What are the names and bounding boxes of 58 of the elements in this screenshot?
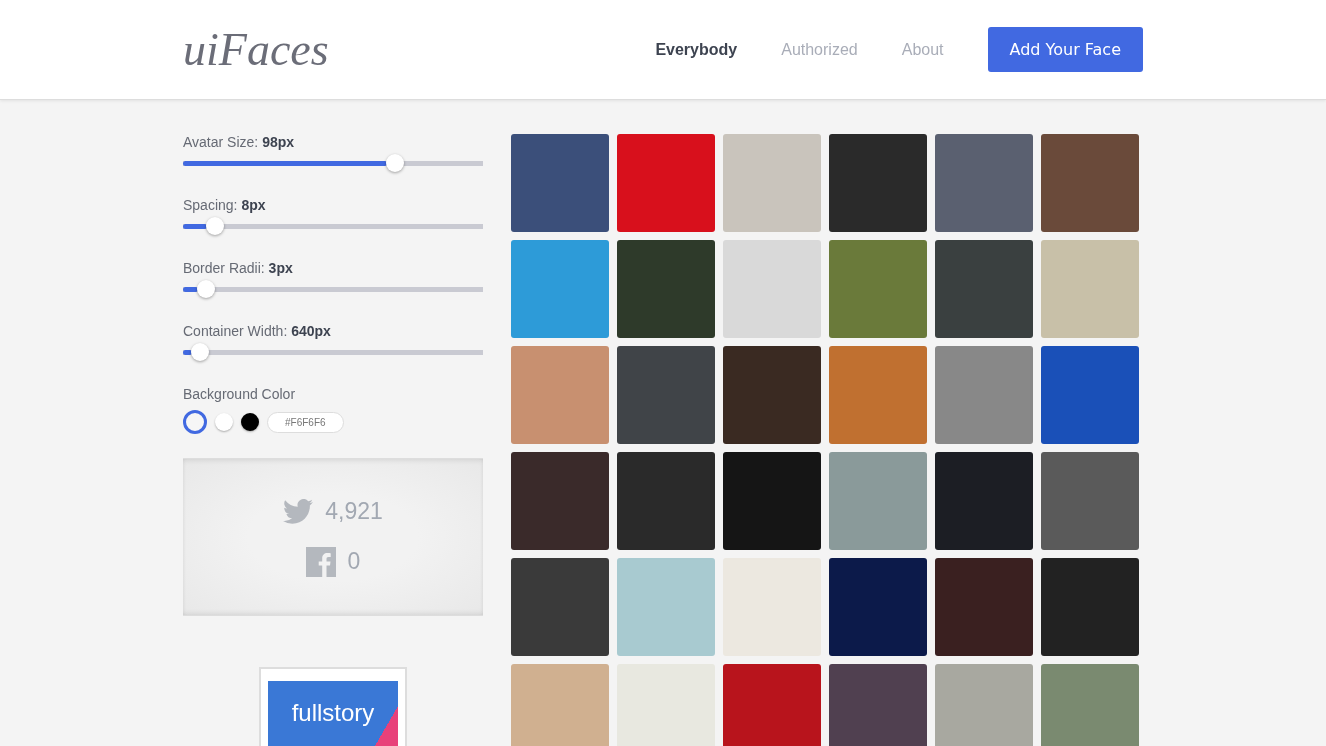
avatar-photo[interactable] <box>1041 134 1139 232</box>
avatar-photo[interactable] <box>723 240 821 338</box>
share-count: 0 <box>347 548 361 575</box>
avatar-photo[interactable] <box>617 452 715 550</box>
background-color-label: Background Color <box>183 386 297 402</box>
slider-label: Spacing: 8px <box>183 197 267 213</box>
avatar-photo[interactable] <box>829 134 927 232</box>
avatar-photo[interactable] <box>617 240 715 338</box>
hex-field[interactable]: #F6F6F6 <box>267 411 344 433</box>
avatar-photo[interactable] <box>511 664 609 746</box>
avatar-photo[interactable] <box>935 134 1033 232</box>
share-count: 4,921 <box>325 497 383 525</box>
logo[interactable]: uiFaces <box>183 23 329 76</box>
avatar-photo[interactable] <box>511 558 609 656</box>
slider-label: Container Width: 640px <box>183 323 332 339</box>
avatar-photo[interactable] <box>511 134 609 232</box>
color-swatch[interactable] <box>241 413 259 431</box>
slider-fill <box>183 286 199 292</box>
avatar-photo[interactable] <box>935 664 1033 746</box>
avatar-photo[interactable] <box>935 452 1033 550</box>
avatar-photo[interactable] <box>617 134 715 232</box>
slider-label: Avatar Size: 98px <box>183 134 296 150</box>
avatar-photo[interactable] <box>935 558 1033 656</box>
avatar-photo[interactable] <box>617 558 715 656</box>
nav-link[interactable]: Everybody <box>655 40 738 59</box>
avatar-photo[interactable] <box>829 452 927 550</box>
add-face-button[interactable]: Add Your Face <box>987 27 1143 72</box>
slider-thumb[interactable] <box>197 280 216 298</box>
slider-thumb[interactable] <box>386 154 405 172</box>
avatar-photo[interactable] <box>511 346 609 444</box>
avatar-photo[interactable] <box>511 452 609 550</box>
facebook-icon[interactable] <box>305 546 336 577</box>
color-swatch[interactable] <box>183 410 207 434</box>
slider-fill <box>183 223 207 229</box>
avatar-photo[interactable] <box>723 664 821 746</box>
slider-thumb[interactable] <box>205 217 224 235</box>
slider-thumb[interactable] <box>191 343 210 361</box>
avatar-photo[interactable] <box>617 346 715 444</box>
ad-banner[interactable]: fullstory <box>268 681 398 746</box>
avatar-photo[interactable] <box>723 452 821 550</box>
avatar-photo[interactable] <box>723 134 821 232</box>
avatar-photo[interactable] <box>935 240 1033 338</box>
color-swatch[interactable] <box>215 413 233 431</box>
avatar-photo[interactable] <box>935 346 1033 444</box>
avatar-photo[interactable] <box>1041 346 1139 444</box>
avatar-photo[interactable] <box>511 240 609 338</box>
avatar-photo[interactable] <box>1041 452 1139 550</box>
avatar-photo[interactable] <box>1041 558 1139 656</box>
avatar-photo[interactable] <box>1041 240 1139 338</box>
avatar-photo[interactable] <box>829 558 927 656</box>
bird-icon[interactable] <box>283 498 314 524</box>
slider-label: Border Radii: 3px <box>183 260 294 276</box>
slider-fill <box>183 349 193 355</box>
avatar-photo[interactable] <box>829 240 927 338</box>
avatar-photo[interactable] <box>829 664 927 746</box>
avatar-photo[interactable] <box>829 346 927 444</box>
avatar-photo[interactable] <box>723 346 821 444</box>
avatar-photo[interactable] <box>1041 664 1139 746</box>
